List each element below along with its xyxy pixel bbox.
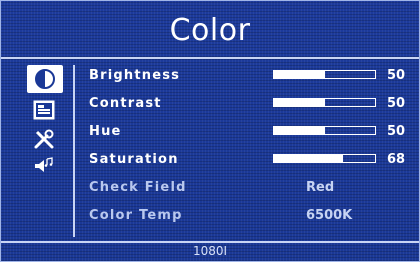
brightness-label: Brightness <box>89 67 181 83</box>
bottom-divider <box>1 241 419 243</box>
hue-slider[interactable] <box>273 126 376 135</box>
saturation-value: 68 <box>387 151 406 167</box>
hue-label: Hue <box>89 123 122 139</box>
check-field-value: Red <box>306 179 335 195</box>
saturation-row[interactable]: Saturation 68 <box>89 145 419 173</box>
input-signal-status: 1080I <box>192 244 228 258</box>
title-bar: Color <box>1 1 419 59</box>
menu-title: Color <box>169 12 251 48</box>
saturation-slider[interactable] <box>273 154 376 163</box>
contrast-label: Contrast <box>89 95 162 111</box>
brightness-row[interactable]: Brightness 50 <box>89 61 419 89</box>
check-field-row[interactable]: Check Field Red <box>89 173 419 201</box>
saturation-slider-fill <box>274 155 343 162</box>
hue-row[interactable]: Hue 50 <box>89 117 419 145</box>
display-icon <box>33 100 55 120</box>
hue-value: 50 <box>387 123 406 139</box>
color-temp-value: 6500K <box>306 207 353 223</box>
check-field-label: Check Field <box>89 179 187 195</box>
sidebar <box>27 65 71 235</box>
contrast-row[interactable]: Contrast 50 <box>89 89 419 117</box>
sidebar-item-tools[interactable] <box>27 127 61 153</box>
brightness-value: 50 <box>387 67 406 83</box>
saturation-label: Saturation <box>89 151 179 167</box>
audio-icon <box>35 157 53 172</box>
osd-menu: Color Brightness 50 Contrast 50 Hue 50 S… <box>0 0 420 262</box>
color-temp-label: Color Temp <box>89 207 183 223</box>
sidebar-item-audio[interactable] <box>27 153 61 179</box>
tools-icon <box>34 129 54 149</box>
contrast-value: 50 <box>387 95 406 111</box>
sidebar-item-color[interactable] <box>27 65 63 93</box>
brightness-slider-fill <box>274 71 325 78</box>
contrast-slider-fill <box>274 99 325 106</box>
color-temp-row[interactable]: Color Temp 6500K <box>89 201 419 229</box>
vertical-divider <box>73 65 75 237</box>
brightness-slider[interactable] <box>273 70 376 79</box>
hue-slider-fill <box>274 127 325 134</box>
sidebar-item-display[interactable] <box>27 97 61 123</box>
contrast-slider[interactable] <box>273 98 376 107</box>
color-icon <box>35 69 55 89</box>
